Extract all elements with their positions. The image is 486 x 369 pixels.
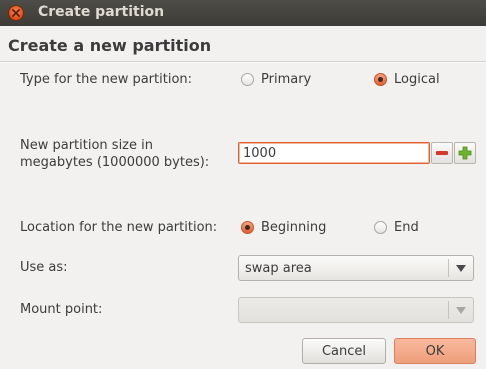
radio-beginning[interactable]: Beginning	[241, 220, 326, 235]
radio-end-label: End	[394, 220, 419, 235]
radio-logical[interactable]: Logical	[374, 72, 440, 87]
radio-beginning-label: Beginning	[261, 220, 327, 235]
radio-end[interactable]: End	[374, 220, 419, 235]
radio-primary-label: Primary	[261, 72, 312, 87]
plus-icon	[458, 146, 472, 160]
minus-icon	[436, 151, 448, 155]
use-as-dropdown[interactable]: swap area	[238, 255, 474, 281]
partition-size-input[interactable]	[238, 142, 430, 164]
dropdown-arrow-icon	[456, 265, 466, 272]
dialog-body: Create a new partition Type for the new …	[0, 26, 486, 369]
create-partition-window: Create partition Create a new partition …	[0, 0, 486, 369]
partition-size-label-line2: megabytes (1000000 bytes):	[20, 155, 210, 170]
mount-point-label: Mount point:	[20, 302, 103, 317]
use-as-label: Use as:	[20, 260, 68, 275]
radio-logical-indicator[interactable]	[374, 73, 387, 86]
radio-primary[interactable]: Primary	[241, 72, 311, 87]
window-title: Create partition	[38, 4, 165, 20]
partition-location-label: Location for the new partition:	[20, 220, 218, 235]
radio-logical-label: Logical	[394, 72, 440, 87]
radio-beginning-indicator[interactable]	[241, 221, 254, 234]
close-button[interactable]	[8, 5, 24, 21]
dialog-heading: Create a new partition	[8, 36, 212, 55]
mount-point-separator	[448, 301, 449, 319]
cancel-button[interactable]: Cancel	[302, 338, 386, 364]
decrement-button[interactable]	[431, 142, 453, 164]
use-as-value: swap area	[245, 261, 312, 276]
increment-button[interactable]	[454, 142, 476, 164]
radio-primary-indicator[interactable]	[241, 73, 254, 86]
close-icon	[12, 9, 20, 17]
partition-size-label-line1: New partition size in	[20, 138, 153, 153]
mount-point-arrow-icon	[456, 307, 466, 314]
ok-button[interactable]: OK	[394, 338, 476, 364]
partition-type-label: Type for the new partition:	[20, 72, 193, 87]
radio-end-indicator[interactable]	[374, 221, 387, 234]
title-bar[interactable]: Create partition	[0, 0, 486, 26]
use-as-separator	[448, 259, 449, 277]
mount-point-combo[interactable]	[238, 297, 474, 323]
heading-divider	[0, 61, 486, 63]
